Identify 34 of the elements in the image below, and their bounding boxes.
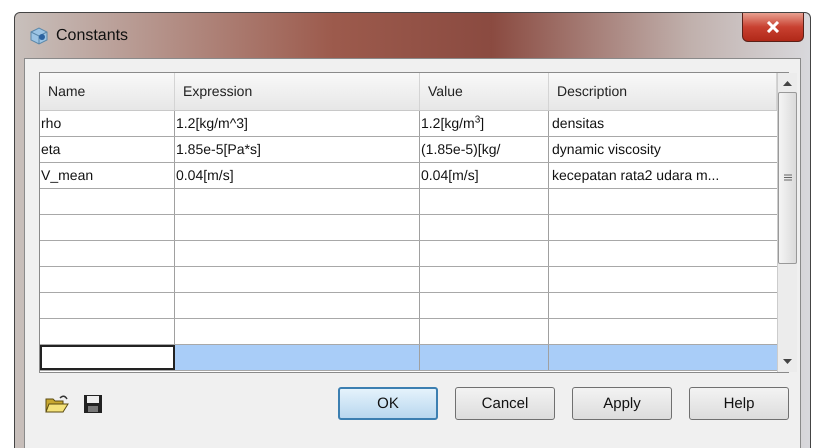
scrollbar[interactable] — [777, 73, 797, 372]
dialog-button[interactable]: Help — [689, 387, 789, 420]
dialog-button[interactable]: OK — [338, 387, 438, 420]
table-cell: (1.85e-5)[kg/ — [421, 141, 500, 157]
table-cell: V_mean — [41, 167, 94, 183]
table-cell: dynamic viscosity — [552, 141, 661, 157]
grip-icon — [784, 174, 792, 181]
column-header[interactable]: Expression — [175, 73, 420, 110]
close-icon — [766, 21, 780, 33]
table-cell: 0.04[m/s] — [176, 167, 234, 183]
table-cell: 0.04[m/s] — [421, 167, 479, 183]
open-folder-icon[interactable] — [45, 394, 69, 414]
scroll-thumb[interactable] — [778, 92, 797, 264]
column-header[interactable]: Value — [420, 73, 549, 110]
dialog-button[interactable]: Cancel — [455, 387, 555, 420]
scroll-up-icon[interactable] — [783, 81, 792, 86]
table-cell: eta — [41, 141, 60, 157]
table-row[interactable] — [40, 345, 777, 371]
close-button[interactable] — [742, 13, 804, 42]
dialog-button[interactable]: Apply — [572, 387, 672, 420]
cube-icon — [28, 26, 50, 46]
save-icon[interactable] — [83, 394, 103, 414]
table-row[interactable]: rho 1.2[kg/m^3] 1.2[kg/m$^{3}$] densitas — [40, 111, 777, 137]
table-cell: rho — [41, 115, 62, 131]
table-row[interactable]: V_mean 0.04[m/s] 0.04[m/s] kecepatan rata2 udara m... — [40, 163, 777, 189]
table-cell: 1.2[kg/m^3] — [176, 115, 248, 131]
column-header[interactable]: Name — [40, 73, 175, 110]
scroll-down-icon[interactable] — [783, 359, 792, 364]
table-cell: 1.85e-5[Pa*s] — [176, 141, 261, 157]
window-title: Constants — [56, 26, 128, 44]
table-cell: 1.2[kg/m$^{3}$] — [421, 115, 484, 131]
table-row[interactable]: eta 1.85e-5[Pa*s] (1.85e-5)[kg/ dynamic viscosity — [40, 137, 777, 163]
table-cell: densitas — [552, 115, 604, 131]
table-cell: kecepatan rata2 udara m... — [552, 167, 720, 183]
